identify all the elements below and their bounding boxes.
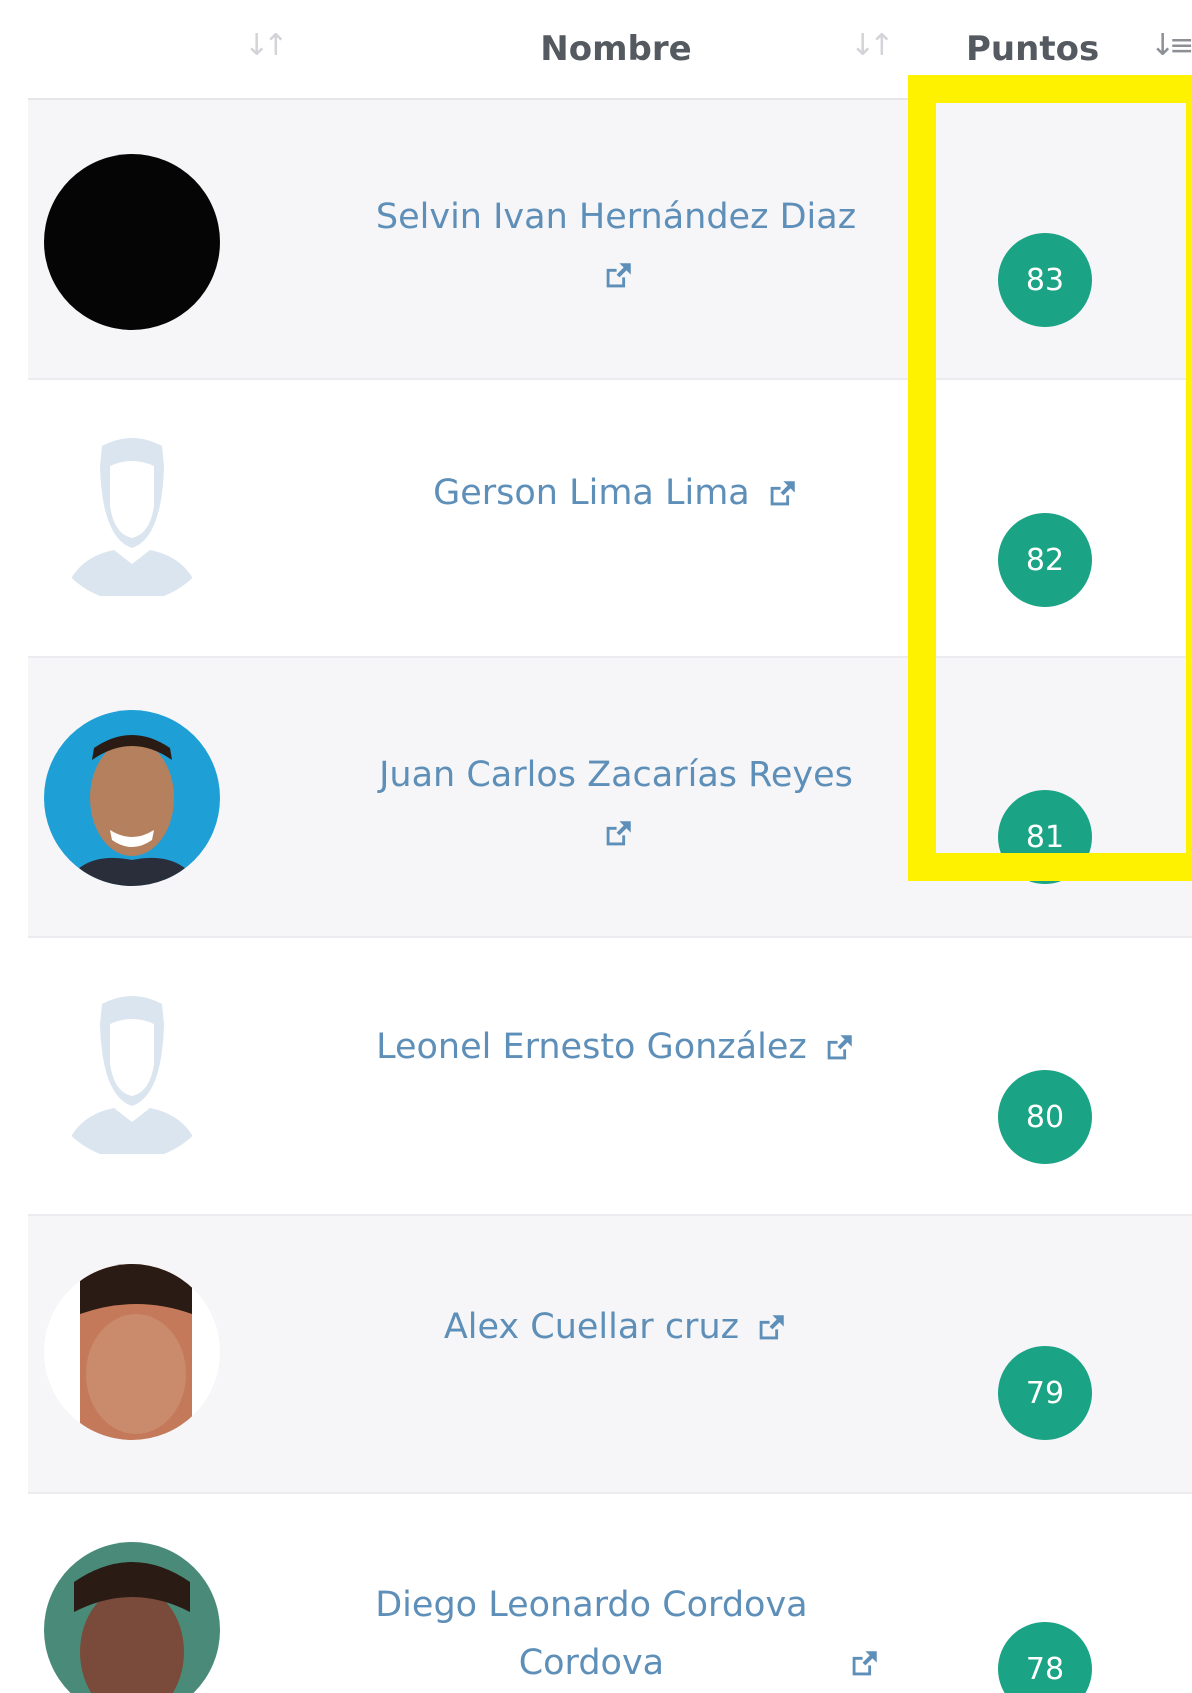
- external-link-icon[interactable]: [847, 1647, 881, 1681]
- external-link-icon[interactable]: [601, 817, 635, 851]
- user-name-link[interactable]: Juan Carlos Zacarías Reyes: [310, 746, 922, 862]
- table-row: Alex Cuellar cruz 79: [28, 1216, 1192, 1494]
- user-name: Juan Carlos Zacarías Reyes: [379, 755, 853, 795]
- score-badge: 81: [998, 790, 1092, 884]
- external-link-icon[interactable]: [601, 259, 635, 293]
- user-name: Alex Cuellar cruz: [443, 1307, 740, 1347]
- external-link-icon[interactable]: [754, 1311, 788, 1345]
- ranking-table: ↓↑ Nombre ↓↑ Puntos ↓≡ Selvin Ivan Herná…: [28, 0, 1192, 1693]
- header-name-label: Nombre: [540, 29, 692, 69]
- external-link-icon[interactable]: [822, 1031, 856, 1065]
- external-link-icon[interactable]: [765, 477, 799, 511]
- user-name: Gerson Lima Lima: [433, 473, 750, 513]
- sort-icon[interactable]: ↓↑: [850, 28, 894, 63]
- avatar-placeholder-icon[interactable]: [44, 984, 220, 1160]
- table-row: Gerson Lima Lima 82: [28, 380, 1192, 658]
- avatar[interactable]: [44, 154, 220, 330]
- avatar-placeholder-icon[interactable]: [44, 426, 220, 602]
- sort-icon[interactable]: ↓↑: [244, 28, 288, 63]
- score-badge: 82: [998, 513, 1092, 607]
- score-badge: 79: [998, 1346, 1092, 1440]
- user-name: Diego Leonardo Cordova Cordova: [375, 1585, 808, 1683]
- user-name: Selvin Ivan Hernández Diaz: [375, 197, 857, 237]
- table-row: Leonel Ernesto González 80: [28, 938, 1192, 1216]
- user-name-link[interactable]: Diego Leonardo Cordova Cordova: [310, 1576, 922, 1692]
- user-name-link[interactable]: Alex Cuellar cruz: [310, 1298, 922, 1356]
- sort-desc-icon[interactable]: ↓≡: [1150, 28, 1192, 63]
- header-name-col[interactable]: Nombre ↓↑: [310, 0, 922, 98]
- table-row: Juan Carlos Zacarías Reyes 81: [28, 658, 1192, 938]
- score-badge: 80: [998, 1070, 1092, 1164]
- user-name-link[interactable]: Leonel Ernesto González: [310, 1018, 922, 1076]
- user-name-link[interactable]: Selvin Ivan Hernández Diaz: [310, 188, 922, 304]
- avatar[interactable]: [44, 1264, 220, 1440]
- avatar[interactable]: [44, 1542, 220, 1693]
- header-avatar-col[interactable]: ↓↑: [28, 0, 310, 98]
- header-points-col[interactable]: Puntos ↓≡: [922, 0, 1192, 98]
- avatar[interactable]: [44, 710, 220, 886]
- table-header: ↓↑ Nombre ↓↑ Puntos ↓≡: [28, 0, 1192, 100]
- score-badge: 78: [998, 1622, 1092, 1693]
- table-row: Selvin Ivan Hernández Diaz 83: [28, 100, 1192, 380]
- user-name: Leonel Ernesto González: [376, 1027, 807, 1067]
- score-badge: 83: [998, 233, 1092, 327]
- header-points-label: Puntos: [966, 29, 1100, 69]
- ranking-page: ↓↑ Nombre ↓↑ Puntos ↓≡ Selvin Ivan Herná…: [0, 0, 1192, 1693]
- table-row: Diego Leonardo Cordova Cordova 78: [28, 1494, 1192, 1693]
- user-name-link[interactable]: Gerson Lima Lima: [310, 464, 922, 522]
